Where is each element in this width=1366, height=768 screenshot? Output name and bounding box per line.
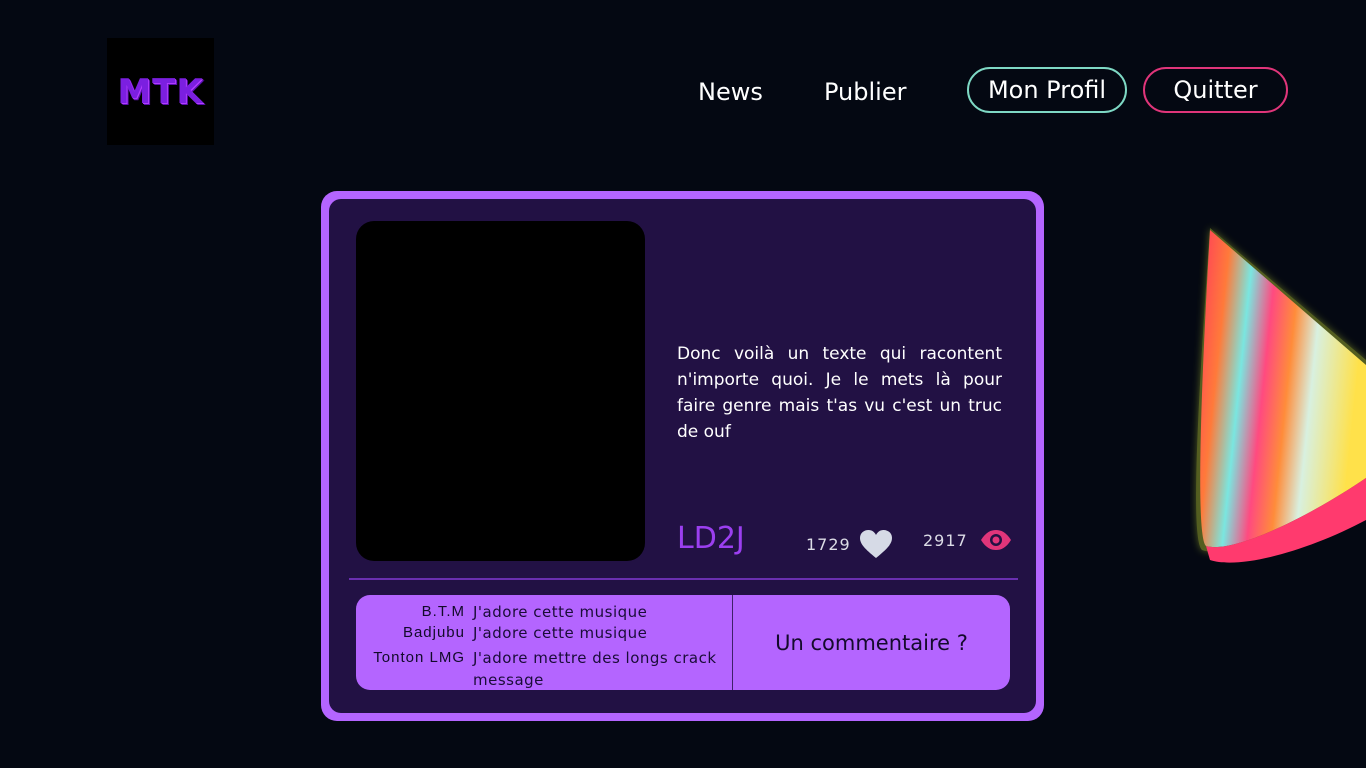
post-card-inner: Donc voilà un texte qui racontent n'impo… — [329, 199, 1036, 713]
comment-text: J'adore cette musique — [473, 603, 648, 621]
nav-publier-link[interactable]: Publier — [824, 74, 906, 110]
comment-text: J'adore mettre des longs crack message — [473, 649, 717, 689]
nav-news-link[interactable]: News — [698, 74, 763, 110]
logo-text: MTK — [117, 71, 204, 112]
quitter-button[interactable]: Quitter — [1143, 67, 1288, 113]
post-author[interactable]: LD2J — [677, 521, 745, 556]
logo[interactable]: MTK — [107, 38, 214, 145]
comment-author[interactable]: B.T.M — [356, 601, 465, 623]
party-cone-decoration — [1196, 228, 1366, 563]
add-comment-button[interactable]: Un commentaire ? — [733, 595, 1010, 690]
heart-icon[interactable] — [859, 529, 893, 559]
comment-item: B.T.M J'adore cette musique — [356, 601, 732, 623]
views-count: 2917 — [923, 530, 968, 550]
comment-item: Badjubu J'adore cette musique — [356, 622, 732, 644]
post-text: Donc voilà un texte qui racontent n'impo… — [677, 344, 1002, 442]
views-stat: 2917 — [923, 529, 1012, 551]
post-card: Donc voilà un texte qui racontent n'impo… — [321, 191, 1044, 721]
likes-stat: 1729 — [806, 529, 893, 559]
likes-count: 1729 — [806, 534, 851, 554]
comment-author[interactable]: Tonton LMG — [356, 647, 465, 690]
card-divider — [349, 578, 1018, 580]
profil-button[interactable]: Mon Profil — [967, 67, 1127, 113]
comment-item: Tonton LMG J'adore mettre des longs crac… — [356, 647, 732, 690]
eye-icon — [980, 529, 1012, 551]
comments-list: B.T.M J'adore cette musique Badjubu J'ad… — [356, 595, 733, 690]
post-media[interactable] — [356, 221, 645, 561]
comment-text: J'adore cette musique — [473, 624, 648, 642]
comment-author[interactable]: Badjubu — [356, 622, 465, 644]
comments-box: B.T.M J'adore cette musique Badjubu J'ad… — [356, 595, 1010, 690]
